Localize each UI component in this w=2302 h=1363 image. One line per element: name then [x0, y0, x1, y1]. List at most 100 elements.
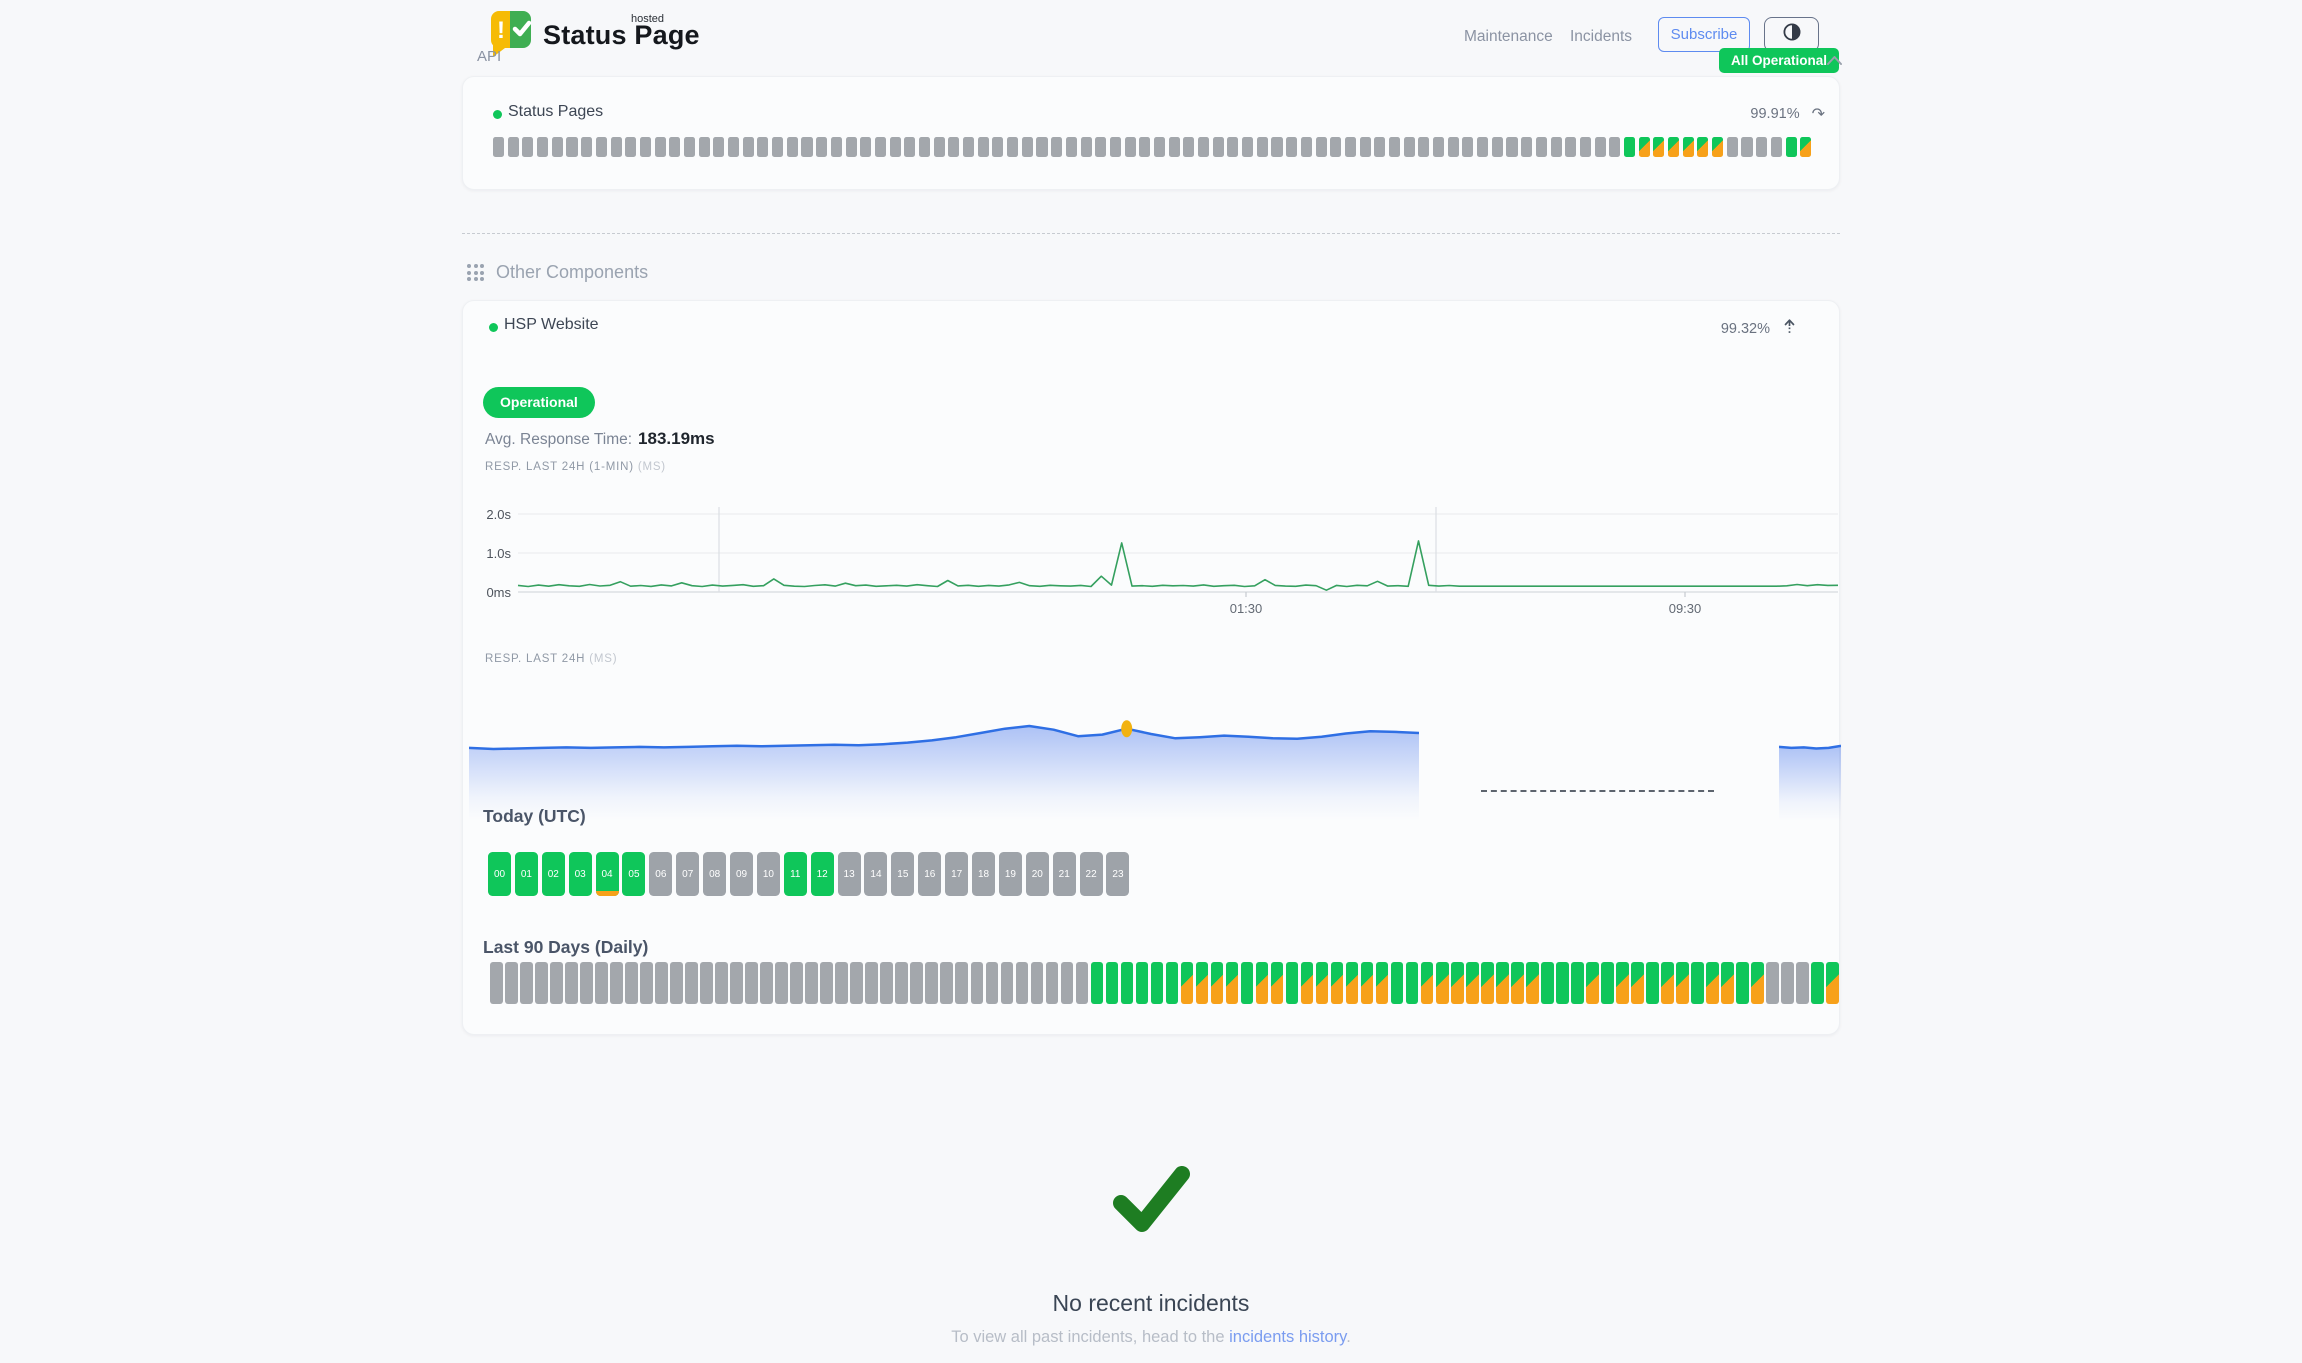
incidents-history-link[interactable]: incidents history: [1229, 1328, 1346, 1346]
daily-uptime-bar[interactable]: [940, 962, 953, 1004]
daily-uptime-bar[interactable]: [1121, 962, 1134, 1004]
uptime-bar[interactable]: [1506, 137, 1517, 157]
hour-box-18[interactable]: 18: [972, 852, 995, 896]
daily-uptime-bar[interactable]: [1136, 962, 1149, 1004]
daily-uptime-bar[interactable]: [835, 962, 848, 1004]
uptime-bar[interactable]: [1418, 137, 1429, 157]
daily-uptime-bar[interactable]: [1391, 962, 1404, 1004]
hour-box-11[interactable]: 11: [784, 852, 807, 896]
uptime-bar[interactable]: [1462, 137, 1473, 157]
daily-uptime-bar[interactable]: [1406, 962, 1419, 1004]
uptime-bar[interactable]: [1653, 137, 1664, 157]
uptime-bar[interactable]: [757, 137, 768, 157]
uptime-bar[interactable]: [596, 137, 607, 157]
uptime-bar[interactable]: [1022, 137, 1033, 157]
uptime-bar[interactable]: [1756, 137, 1767, 157]
hour-box-16[interactable]: 16: [918, 852, 941, 896]
uptime-bar[interactable]: [846, 137, 857, 157]
uptime-bar[interactable]: [875, 137, 886, 157]
daily-uptime-bar[interactable]: [670, 962, 683, 1004]
daily-uptime-bar[interactable]: [745, 962, 758, 1004]
hour-box-17[interactable]: 17: [945, 852, 968, 896]
daily-uptime-bar[interactable]: [1511, 962, 1524, 1004]
daily-uptime-bar[interactable]: [1811, 962, 1824, 1004]
uptime-bar[interactable]: [1139, 137, 1150, 157]
uptime-bar[interactable]: [1595, 137, 1606, 157]
hour-box-03[interactable]: 03: [569, 852, 592, 896]
daily-uptime-bar[interactable]: [700, 962, 713, 1004]
daily-uptime-bar[interactable]: [1556, 962, 1569, 1004]
uptime-bar[interactable]: [1771, 137, 1782, 157]
uptime-bar[interactable]: [948, 137, 959, 157]
uptime-bar[interactable]: [801, 137, 812, 157]
uptime-bar[interactable]: [1404, 137, 1415, 157]
subscribe-button[interactable]: Subscribe: [1658, 17, 1750, 52]
uptime-bar[interactable]: [1800, 137, 1811, 157]
daily-uptime-bar[interactable]: [1046, 962, 1059, 1004]
uptime-bar[interactable]: [611, 137, 622, 157]
hour-box-10[interactable]: 10: [757, 852, 780, 896]
hour-box-15[interactable]: 15: [891, 852, 914, 896]
uptime-bar[interactable]: [1668, 137, 1679, 157]
uptime-bar[interactable]: [1536, 137, 1547, 157]
daily-uptime-bar[interactable]: [1271, 962, 1284, 1004]
daily-uptime-bar[interactable]: [1331, 962, 1344, 1004]
uptime-bar[interactable]: [1154, 137, 1165, 157]
uptime-bar[interactable]: [1374, 137, 1385, 157]
daily-uptime-bar[interactable]: [1781, 962, 1794, 1004]
uptime-bar[interactable]: [1786, 137, 1797, 157]
daily-uptime-bar[interactable]: [1151, 962, 1164, 1004]
uptime-bar[interactable]: [640, 137, 651, 157]
uptime-bar[interactable]: [699, 137, 710, 157]
uptime-bar[interactable]: [552, 137, 563, 157]
daily-uptime-bar[interactable]: [1436, 962, 1449, 1004]
uptime-bar[interactable]: [919, 137, 930, 157]
uptime-bar[interactable]: [684, 137, 695, 157]
daily-uptime-bar[interactable]: [1346, 962, 1359, 1004]
daily-uptime-bar[interactable]: [580, 962, 593, 1004]
uptime-bar[interactable]: [1727, 137, 1738, 157]
hour-box-19[interactable]: 19: [999, 852, 1022, 896]
uptime-bar[interactable]: [904, 137, 915, 157]
uptime-bar[interactable]: [934, 137, 945, 157]
hour-box-23[interactable]: 23: [1106, 852, 1129, 896]
uptime-bar[interactable]: [1316, 137, 1327, 157]
daily-uptime-bar[interactable]: [850, 962, 863, 1004]
daily-uptime-bar[interactable]: [895, 962, 908, 1004]
uptime-bar[interactable]: [669, 137, 680, 157]
uptime-bar[interactable]: [1389, 137, 1400, 157]
uptime-bar[interactable]: [1580, 137, 1591, 157]
uptime-bar[interactable]: [1095, 137, 1106, 157]
uptime-bar[interactable]: [713, 137, 724, 157]
uptime-bar[interactable]: [743, 137, 754, 157]
daily-uptime-bar[interactable]: [490, 962, 503, 1004]
daily-uptime-bar[interactable]: [1601, 962, 1614, 1004]
daily-uptime-bar[interactable]: [1571, 962, 1584, 1004]
uptime-bar[interactable]: [1639, 137, 1650, 157]
hour-box-05[interactable]: 05: [622, 852, 645, 896]
uptime-bar[interactable]: [1683, 137, 1694, 157]
daily-uptime-bar[interactable]: [1451, 962, 1464, 1004]
daily-uptime-bar[interactable]: [1076, 962, 1089, 1004]
daily-uptime-bar[interactable]: [1091, 962, 1104, 1004]
uptime-bar[interactable]: [581, 137, 592, 157]
hour-box-02[interactable]: 02: [542, 852, 565, 896]
uptime-bar[interactable]: [978, 137, 989, 157]
daily-uptime-bar[interactable]: [625, 962, 638, 1004]
daily-uptime-bar[interactable]: [1706, 962, 1719, 1004]
uptime-bar[interactable]: [1169, 137, 1180, 157]
nav-maintenance[interactable]: Maintenance: [1464, 28, 1553, 46]
daily-uptime-bar[interactable]: [820, 962, 833, 1004]
uptime-bar[interactable]: [816, 137, 827, 157]
uptime-bar[interactable]: [1712, 137, 1723, 157]
uptime-bar[interactable]: [1301, 137, 1312, 157]
uptime-bar[interactable]: [1198, 137, 1209, 157]
daily-uptime-bar[interactable]: [1796, 962, 1809, 1004]
daily-uptime-bar[interactable]: [520, 962, 533, 1004]
uptime-bar[interactable]: [1007, 137, 1018, 157]
uptime-bar[interactable]: [1448, 137, 1459, 157]
daily-uptime-bar[interactable]: [1646, 962, 1659, 1004]
uptime-bar[interactable]: [1183, 137, 1194, 157]
uptime-bar[interactable]: [1697, 137, 1708, 157]
daily-uptime-bar[interactable]: [971, 962, 984, 1004]
